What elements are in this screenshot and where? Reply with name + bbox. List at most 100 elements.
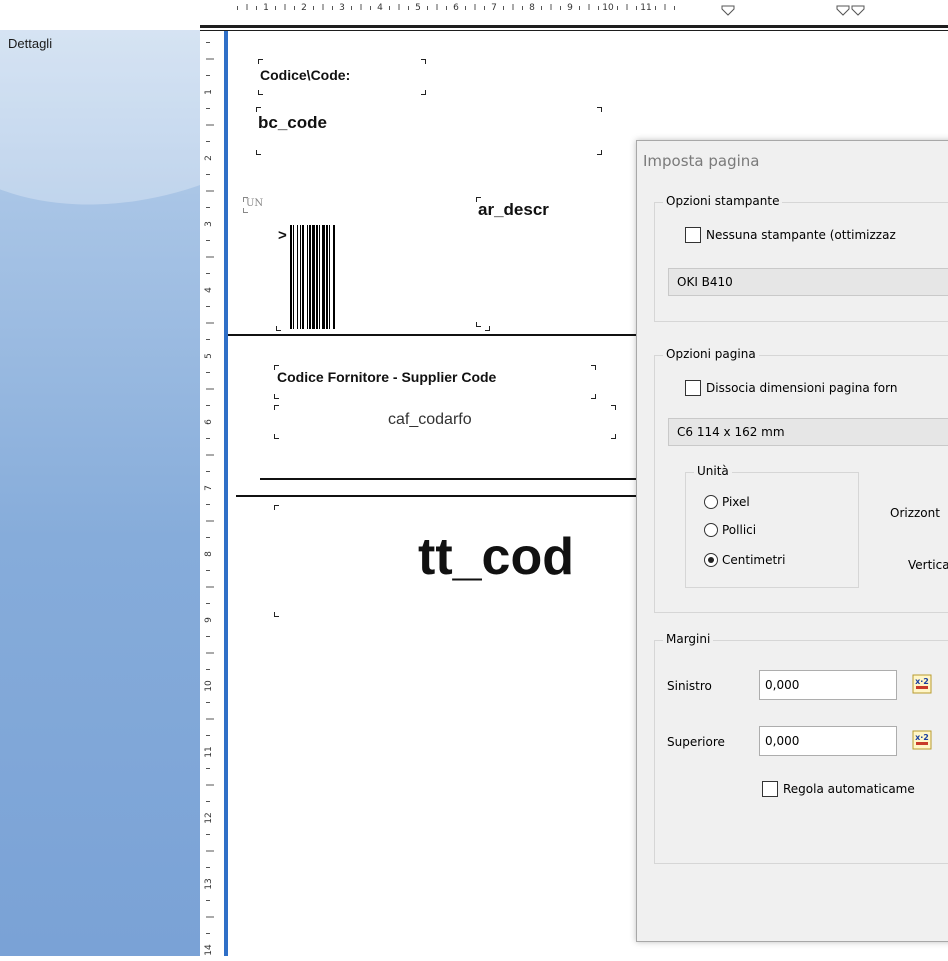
ruler-label: 14: [204, 944, 214, 956]
field-handle: [476, 322, 481, 327]
ruler-label: 7: [204, 485, 214, 491]
margin-marker-icon[interactable]: [851, 5, 865, 16]
barcode-bar: [326, 225, 328, 329]
field-handle: [611, 405, 616, 410]
page-setup-dialog[interactable]: Imposta pagina Opzioni stampante Nessuna…: [636, 140, 948, 942]
un-text: UN: [246, 198, 264, 209]
ruler-label: 1: [263, 3, 269, 13]
field-handle: [274, 612, 279, 617]
field-bc-code[interactable]: bc_code: [256, 107, 602, 155]
barcode-graphic: [290, 225, 335, 329]
barcode-bar: [333, 225, 335, 329]
field-handle: [597, 107, 602, 112]
auto-adjust-checkbox[interactable]: Regola automaticame: [762, 781, 915, 797]
barcode-bar: [300, 225, 301, 329]
ruler-label: 9: [204, 617, 214, 623]
dissociate-size-label: Dissocia dimensioni pagina forn: [706, 381, 898, 395]
radio-circle[interactable]: [704, 523, 718, 537]
separator-line-1[interactable]: [228, 334, 638, 336]
caf-codarfo-text: caf_codarfo: [388, 411, 472, 428]
barcode-bar: [329, 225, 330, 329]
checkbox-box[interactable]: [685, 380, 701, 396]
units-title: Unità: [694, 464, 732, 478]
radio-circle[interactable]: [704, 553, 718, 567]
unit-inches-label: Pollici: [722, 523, 757, 537]
page-options-title: Opzioni pagina: [663, 347, 759, 361]
vertical-ruler-graphic: 1234567891011121314: [204, 42, 214, 956]
printer-select[interactable]: OKI B410: [668, 268, 948, 296]
separator-line-2[interactable]: [260, 478, 640, 480]
field-supplier-label[interactable]: Codice Fornitore - Supplier Code: [274, 365, 596, 399]
margin-left-input[interactable]: 0,000: [759, 670, 897, 700]
ruler-label: 4: [377, 3, 383, 13]
checkbox-box[interactable]: [685, 227, 701, 243]
auto-adjust-label: Regola automaticame: [783, 782, 915, 796]
barcode-bar: [309, 225, 311, 329]
barcode-bar: [307, 225, 308, 329]
ruler-label: 10: [204, 680, 214, 692]
band-panel-gloss: [0, 30, 200, 241]
field-handle: [274, 505, 279, 510]
margin-left-value: 0,000: [765, 678, 800, 692]
ruler-label: 8: [529, 3, 535, 13]
separator-line-3[interactable]: [236, 495, 640, 497]
field-handle: [591, 394, 596, 399]
field-handle: [274, 394, 279, 399]
field-un[interactable]: UN: [243, 197, 269, 213]
ruler-label: 2: [301, 3, 307, 13]
field-ar-descr[interactable]: ar_descr: [476, 197, 626, 327]
barcode-bar: [319, 225, 320, 329]
field-caf-codarfo[interactable]: caf_codarfo: [274, 405, 616, 439]
unit-cm-radio[interactable]: Centimetri: [704, 553, 785, 567]
ruler-label: 9: [567, 3, 573, 13]
band-panel[interactable]: Dettagli: [0, 30, 200, 956]
printer-options-group: Opzioni stampante Nessuna stampante (ott…: [654, 194, 948, 322]
vertical-ruler[interactable]: 1 2 3 4 5 6 7 8 9 10 11 12 13 14: [200, 31, 224, 956]
ruler-label: 2: [204, 155, 214, 161]
radio-circle[interactable]: [704, 495, 718, 509]
printer-options-title: Opzioni stampante: [663, 194, 783, 208]
dissociate-size-checkbox[interactable]: Dissocia dimensioni pagina forn: [685, 380, 897, 396]
calculator-icon[interactable]: x·2: [912, 674, 932, 694]
field-handle: [258, 59, 263, 64]
margin-top-input[interactable]: 0,000: [759, 726, 897, 756]
unit-inches-radio[interactable]: Pollici: [704, 523, 756, 537]
margin-top-label: Superiore: [667, 735, 725, 749]
margins-title: Margini: [663, 632, 714, 646]
ruler-label: 10: [602, 3, 614, 13]
page-size-select[interactable]: C6 114 x 162 mm: [668, 418, 948, 446]
ruler-label: 6: [453, 3, 459, 13]
no-printer-checkbox[interactable]: Nessuna stampante (ottimizzaz: [685, 227, 896, 243]
field-handle: [256, 150, 261, 155]
field-handle: [276, 326, 281, 331]
ruler-label: 13: [204, 878, 214, 889]
field-handle: [611, 434, 616, 439]
no-printer-label: Nessuna stampante (ottimizzaz: [706, 228, 896, 242]
band-label-details: Dettagli: [8, 36, 53, 51]
field-handle: [256, 107, 261, 112]
field-handle: [258, 90, 263, 95]
ruler-label: 11: [204, 746, 214, 757]
horizontal-label: Orizzont: [890, 506, 940, 520]
ruler-label: 12: [204, 812, 214, 823]
field-tt-cod[interactable]: tt_cod: [274, 505, 654, 617]
field-barcode[interactable]: >: [276, 219, 490, 331]
ar-descr-text: ar_descr: [478, 200, 549, 219]
vertical-label: Vertical: [908, 558, 948, 572]
field-handle: [274, 434, 279, 439]
field-handle: [274, 405, 279, 410]
checkbox-box[interactable]: [762, 781, 778, 797]
barcode-bar: [312, 225, 315, 329]
margin-marker-icon[interactable]: [836, 5, 850, 16]
printer-select-value: OKI B410: [677, 275, 733, 289]
margin-marker-icon[interactable]: [721, 5, 735, 16]
calculator-icon[interactable]: x·2: [912, 730, 932, 750]
ruler-separator: [200, 25, 948, 28]
barcode-bar: [293, 225, 294, 329]
field-code-label[interactable]: Codice\Code:: [258, 59, 426, 95]
field-handle: [421, 59, 426, 64]
unit-pixel-radio[interactable]: Pixel: [704, 495, 750, 509]
horizontal-ruler[interactable]: 1 2 3 4 5 6 7 8 9 10 11: [228, 0, 948, 24]
unit-pixel-label: Pixel: [722, 495, 750, 509]
supplier-label-text: Codice Fornitore - Supplier Code: [277, 369, 497, 385]
